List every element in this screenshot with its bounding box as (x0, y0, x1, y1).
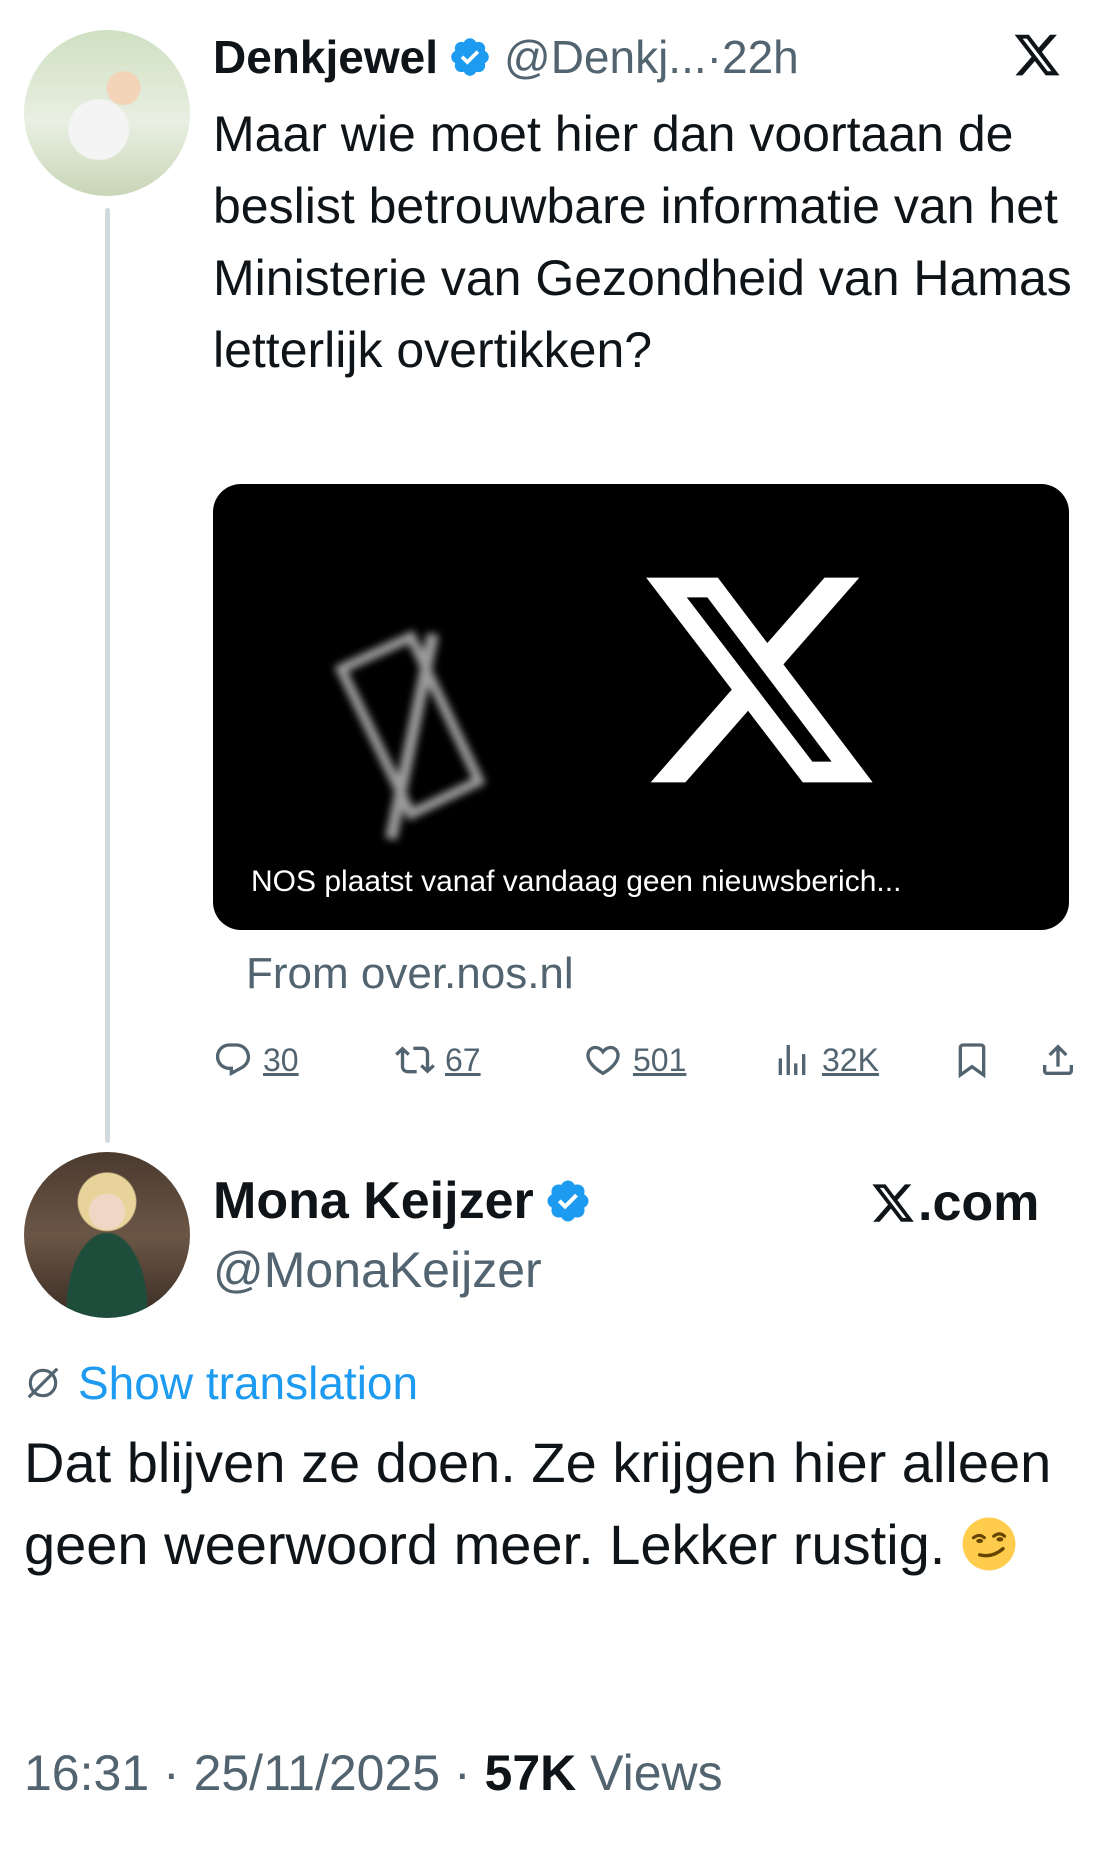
footer-time[interactable]: 16:31 (24, 1745, 149, 1801)
thread-connector-line (105, 208, 110, 1143)
repost-count: 67 (445, 1041, 481, 1078)
bookmark-icon (958, 1043, 986, 1079)
reply-author-handle[interactable]: @MonaKeijzer (213, 1236, 542, 1304)
footer-separator: · (440, 1745, 485, 1801)
parent-author-handle[interactable]: @Denkj... (504, 24, 707, 90)
x-logo-icon (1014, 34, 1060, 76)
verified-badge-icon (547, 1180, 589, 1222)
brand-suffix: .com (918, 1174, 1040, 1232)
link-card-source[interactable]: From over.nos.nl (246, 944, 574, 1004)
reply-count: 30 (263, 1041, 299, 1078)
translation-icon (27, 1367, 59, 1399)
views-count: 32K (822, 1041, 879, 1078)
x-logo-icon (872, 1184, 914, 1222)
smirk-emoji-icon (962, 1517, 1016, 1571)
footer-date[interactable]: 25/11/2025 (194, 1745, 441, 1801)
share-button[interactable] (1038, 1036, 1078, 1084)
reply-tweet-body: Dat blijven ze doen. Ze krijgen hier all… (24, 1431, 1052, 1576)
repost-icon (395, 1046, 435, 1074)
parent-author-name[interactable]: Denkjewel (213, 24, 438, 90)
link-card-caption: NOS plaatst vanaf vandaag geen nieuwsber… (251, 865, 902, 898)
show-translation-link[interactable]: Show translation (24, 1352, 418, 1414)
reply-icon (215, 1043, 251, 1077)
reply-tweet-footer: 16:31 · 25/11/2025 · 57K Views (24, 1738, 723, 1808)
reply-tweet-header: Mona Keijzer (213, 1166, 592, 1236)
parent-tweet-time[interactable]: 22h (722, 24, 799, 90)
share-icon (1043, 1044, 1073, 1075)
parent-tweet-text: Maar wie moet hier dan voortaan de besli… (213, 106, 1072, 378)
footer-views-count[interactable]: 57K (485, 1745, 577, 1801)
like-icon (586, 1045, 620, 1076)
verified-badge-icon (451, 38, 489, 76)
views-icon (778, 1045, 806, 1075)
link-card-image[interactable]: NOS plaatst vanaf vandaag geen nieuwsber… (213, 484, 1069, 930)
header-separator: · (706, 31, 722, 83)
like-count: 501 (633, 1041, 687, 1078)
parent-author-avatar[interactable] (24, 30, 190, 196)
footer-separator: · (149, 1745, 194, 1801)
views-button[interactable]: 32K (772, 1036, 879, 1084)
reply-tweet-text: Dat blijven ze doen. Ze krijgen hier all… (24, 1422, 1084, 1586)
x-com-brand: .com (870, 1168, 1039, 1238)
reply-author-name[interactable]: Mona Keijzer (213, 1166, 534, 1236)
reply-author-avatar[interactable] (24, 1152, 190, 1318)
parent-tweet-header: Denkjewel @Denkj... · 22h (213, 24, 799, 90)
bookmark-button[interactable] (952, 1036, 992, 1084)
like-button[interactable]: 501 (583, 1036, 686, 1084)
footer-views-label: Views (576, 1745, 723, 1801)
repost-button[interactable]: 67 (395, 1036, 481, 1084)
show-translation-label: Show translation (78, 1357, 419, 1409)
reply-button[interactable]: 30 (213, 1036, 299, 1084)
